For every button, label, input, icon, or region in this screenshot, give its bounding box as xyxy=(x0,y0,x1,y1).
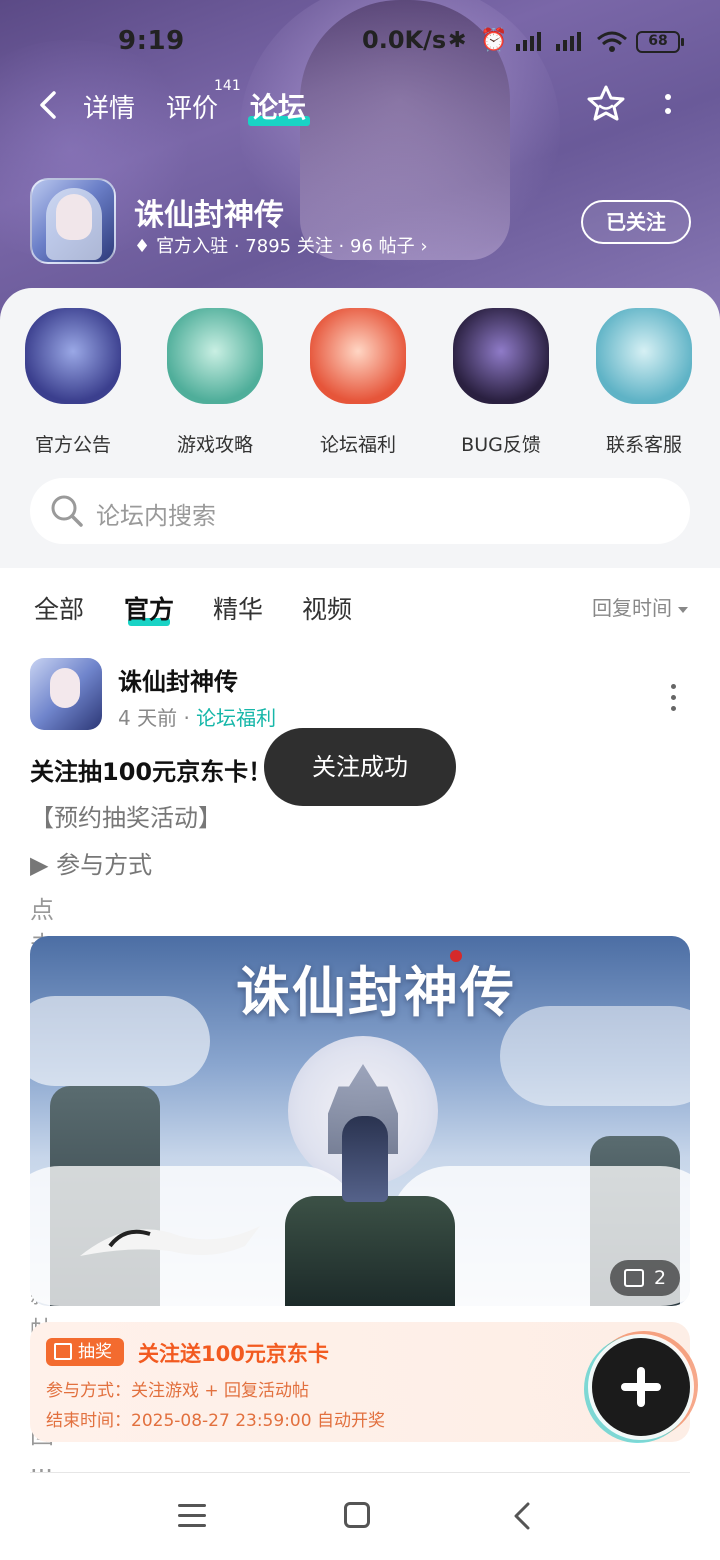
status-time: 9:19 xyxy=(118,26,185,56)
tab-details[interactable]: 详情 xyxy=(83,88,135,125)
reviews-count-badge: 141 xyxy=(214,78,241,94)
post-author-avatar[interactable] xyxy=(30,658,102,730)
gift-icon xyxy=(54,1343,72,1360)
filter-tab-all[interactable]: 全部 xyxy=(34,590,84,626)
divider xyxy=(30,1472,690,1473)
lottery-card[interactable]: 抽奖 关注送100元京东卡 参与方式：关注游戏 + 回复活动帖 结束时间：202… xyxy=(30,1322,690,1442)
filter-tab-official[interactable]: 官方 xyxy=(124,590,174,626)
signal-icon-2 xyxy=(556,32,581,51)
post-more-icon[interactable] xyxy=(668,684,678,714)
image-icon xyxy=(624,1269,644,1287)
category-welfare[interactable]: 论坛福利 xyxy=(303,308,413,457)
crane-illustration xyxy=(80,1226,260,1256)
post-text-line: ▶ 参与方式 xyxy=(30,851,153,879)
tab-forum[interactable]: 论坛 xyxy=(250,86,306,126)
category-image xyxy=(25,308,121,404)
post-text-line: 【预约抽奖活动】 xyxy=(30,804,222,832)
image-title-art: 诛仙封神传 xyxy=(236,960,516,1024)
lottery-badge: 抽奖 xyxy=(46,1338,124,1366)
lottery-method: 参与方式：关注游戏 + 回复活动帖 xyxy=(46,1381,310,1401)
forum-search-input[interactable]: 论坛内搜索 xyxy=(30,478,690,544)
lottery-title: 关注送100元京东卡 xyxy=(138,1342,329,1366)
star-icon[interactable] xyxy=(586,84,626,124)
category-announcements[interactable]: 官方公告 xyxy=(18,308,128,457)
category-image xyxy=(453,308,549,404)
filter-tabs: 全部 官方 精华 视频 回复时间 xyxy=(0,568,720,648)
signal-icon xyxy=(516,32,541,51)
category-image xyxy=(596,308,692,404)
toast-message: 关注成功 xyxy=(264,728,456,806)
game-icon[interactable] xyxy=(30,178,116,264)
new-post-button[interactable] xyxy=(592,1338,690,1436)
category-image xyxy=(167,308,263,404)
system-back-icon[interactable] xyxy=(512,1502,532,1530)
more-options-icon[interactable] xyxy=(656,90,680,124)
game-stats[interactable]: ♦ 官方入驻 · 7895 关注 · 96 帖子 › xyxy=(134,232,428,258)
top-nav: 详情 评价 141 论坛 xyxy=(0,78,720,132)
battery-indicator: 68 xyxy=(636,31,684,53)
wifi-icon xyxy=(597,31,627,52)
lottery-end-time: 结束时间：2025-08-27 23:59:00 自动开奖 xyxy=(46,1411,385,1431)
filter-tab-featured[interactable]: 精华 xyxy=(213,590,263,626)
filter-tab-video[interactable]: 视频 xyxy=(302,590,352,626)
bluetooth-icon: ✱ xyxy=(448,28,467,53)
status-bar: 9:19 0.0K/s ✱ ⏰ 68 xyxy=(0,0,720,82)
search-icon xyxy=(51,495,83,527)
back-icon[interactable] xyxy=(34,90,64,120)
post-meta: 4 天前 · 论坛福利 xyxy=(118,706,277,730)
caret-down-icon xyxy=(678,606,688,613)
home-icon[interactable] xyxy=(344,1502,370,1528)
game-title: 诛仙封神传 xyxy=(134,198,284,233)
post-image[interactable]: 诛仙封神传 2 xyxy=(30,936,690,1306)
image-count-badge: 2 xyxy=(610,1260,680,1296)
network-speed: 0.0K/s xyxy=(362,26,447,54)
sort-dropdown[interactable]: 回复时间 xyxy=(592,592,688,621)
tab-reviews[interactable]: 评价 xyxy=(166,88,218,125)
post-author-name[interactable]: 诛仙封神传 xyxy=(118,662,238,697)
search-placeholder: 论坛内搜索 xyxy=(96,502,216,530)
system-nav-bar xyxy=(0,1474,720,1560)
follow-button[interactable]: 已关注 xyxy=(581,200,691,244)
diamond-icon: ♦ xyxy=(134,236,151,257)
post-tag[interactable]: 论坛福利 xyxy=(196,706,276,730)
post-title[interactable]: 关注抽100元京东卡！ xyxy=(30,752,272,787)
alarm-icon: ⏰ xyxy=(480,28,508,53)
recent-apps-icon[interactable] xyxy=(178,1504,206,1528)
category-bug-report[interactable]: BUG反馈 xyxy=(446,308,556,457)
category-guides[interactable]: 游戏攻略 xyxy=(160,308,270,457)
post-text-line: 点击关注《诛仙封神传》并发新帖晒截图 ... 全文 xyxy=(30,890,78,1547)
category-support[interactable]: 联系客服 xyxy=(589,308,699,457)
category-image xyxy=(310,308,406,404)
chevron-right-icon: › xyxy=(414,236,428,257)
